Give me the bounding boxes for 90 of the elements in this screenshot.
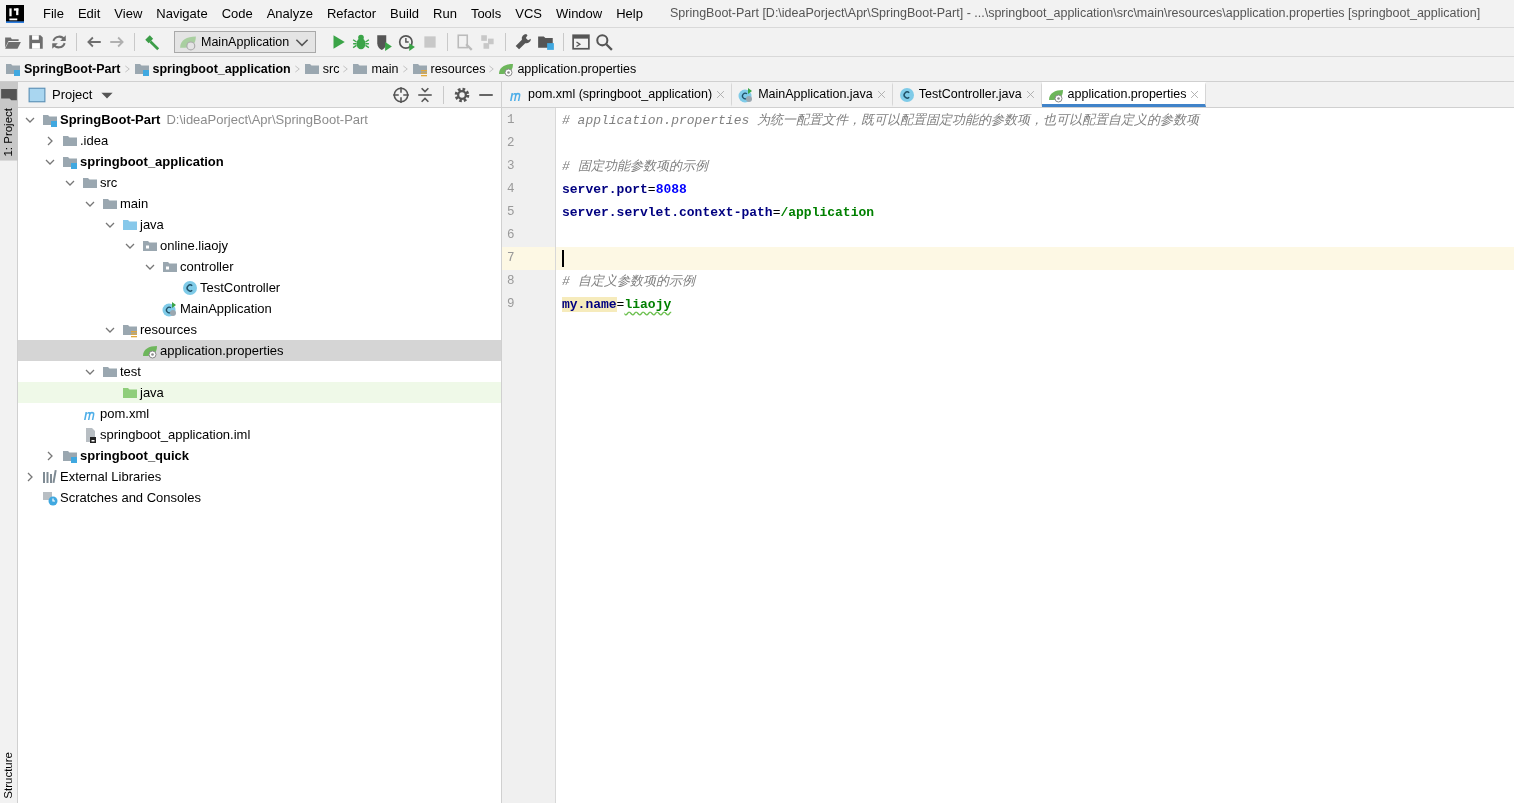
folder-icon [352,61,369,77]
breadcrumb-item[interactable]: SpringBoot-Part [5,59,121,79]
line-number: 9 [506,296,516,313]
line-number: 8 [506,273,516,290]
menu-item[interactable]: Window [548,1,610,26]
module-folder-icon [133,61,150,77]
line-number: 4 [506,181,516,198]
run-configuration-dropdown[interactable]: MainApplication [174,31,317,53]
menu-item[interactable]: Help [609,1,650,26]
breadcrumb-item[interactable]: application.properties [498,59,637,79]
shield-run-icon[interactable] [375,33,394,51]
tree-item[interactable]: springboot_application.iml [18,424,501,445]
tree-item[interactable]: MainApplication [18,298,501,319]
tree-item[interactable]: java [18,382,501,403]
tree-item[interactable]: TestController [18,277,501,298]
menu-item[interactable]: View [107,1,150,26]
tree-item[interactable]: java [18,214,501,235]
hammer-icon[interactable] [143,33,161,51]
breadcrumb-item[interactable]: src [303,59,340,79]
wrench-icon[interactable] [514,33,533,51]
line-number: 6 [506,227,516,244]
line-number: 5 [506,204,516,221]
bug-icon[interactable] [352,33,371,51]
tree-item[interactable]: resources [18,319,501,340]
panel-title[interactable]: Project [52,84,93,105]
tree-item[interactable]: application.properties [18,340,501,361]
tree-item[interactable]: SpringBoot-Part D:\ideaPorject\Apr\SpringBoot-Part [18,109,501,130]
editor-tab[interactable]: application.properties [1041,82,1207,107]
menu-item[interactable]: Refactor [319,1,384,26]
search-icon[interactable] [595,33,614,51]
resources-folder-icon [411,61,428,77]
tree-item[interactable]: Scratches and Consoles [18,487,501,508]
settings-icon[interactable] [453,85,471,104]
editor-tab[interactable]: TestController.java [892,82,1042,107]
line-number: 7 [502,247,555,270]
side-tab[interactable]: Structure [0,748,18,803]
class-run-icon [738,86,755,103]
class-icon [898,86,915,103]
tree-item[interactable]: External Libraries [18,466,501,487]
menu-item[interactable]: Edit [70,1,108,26]
line-number: 1 [506,112,516,129]
sync-icon[interactable] [50,33,68,51]
breadcrumb-item[interactable]: springboot_application [133,59,291,79]
clock-run-icon[interactable] [398,33,417,51]
editor-tab[interactable]: MainApplication.java [732,82,893,107]
tree-item[interactable]: springboot_application [18,151,501,172]
tree-item[interactable]: controller [18,256,501,277]
menu-item[interactable]: Run [426,1,464,26]
window-icon [28,85,46,104]
menu-item[interactable]: File [36,1,71,26]
window-title: SpringBoot-Part [D:\ideaPorject\Apr\SpringBoot-Part] - ...\springboot_application\src\main\resources\application.properties [springboot_application] [669,5,1481,23]
class-run-icon [162,300,178,317]
module-folder-icon [5,61,21,77]
breadcrumb-item[interactable]: resources [411,59,486,79]
leaf-icon [498,61,515,77]
collapse-all-icon[interactable] [416,85,434,104]
menu-item[interactable]: Analyze [259,1,320,26]
scratches-icon [42,489,58,506]
tree-item[interactable]: src [18,172,501,193]
terminal-window-icon[interactable] [572,33,591,51]
tree-item[interactable]: .idea [18,130,501,151]
menu-item[interactable]: VCS [508,1,549,26]
side-tab[interactable]: 1: Project [0,82,18,161]
code-line: my.name=liaojy [562,296,672,314]
tree-item[interactable]: main [18,193,501,214]
tree-item[interactable]: online.liaojy [18,235,501,256]
menu-item[interactable]: Tools [463,1,509,26]
code-line: # 固定功能参数项的示例 [562,158,708,176]
project-structure-icon[interactable] [537,33,556,51]
app-logo-icon [6,4,24,23]
tree-item[interactable]: test [18,361,501,382]
line-number: 3 [506,158,516,175]
editor-tab[interactable]: pom.xml (springboot_application) [502,82,733,107]
library-icon [42,468,58,485]
line-number: 2 [506,135,516,152]
leaf-icon [179,33,197,51]
code-line: # application.properties 为统一配置文件，既可以配置固定功能的参数项，也可以配置自定义的参数项 [562,112,1200,130]
tree-item[interactable]: pom.xml [18,403,501,424]
code-line: # 自定义参数项的示例 [562,273,695,291]
tree-item[interactable]: springboot_quick [18,445,501,466]
menu-item[interactable]: Navigate [149,1,215,26]
save-icon[interactable] [27,33,45,51]
menu-item[interactable]: Build [383,1,426,26]
code-line: server.servlet.context-path=/application [562,204,875,222]
menu-item[interactable]: Code [214,1,260,26]
crosshair-icon[interactable] [392,85,410,104]
breadcrumb-item[interactable]: main [352,59,399,79]
class-icon [182,279,198,296]
folder-icon [303,61,320,77]
code-line: server.port=8088 [562,181,687,199]
